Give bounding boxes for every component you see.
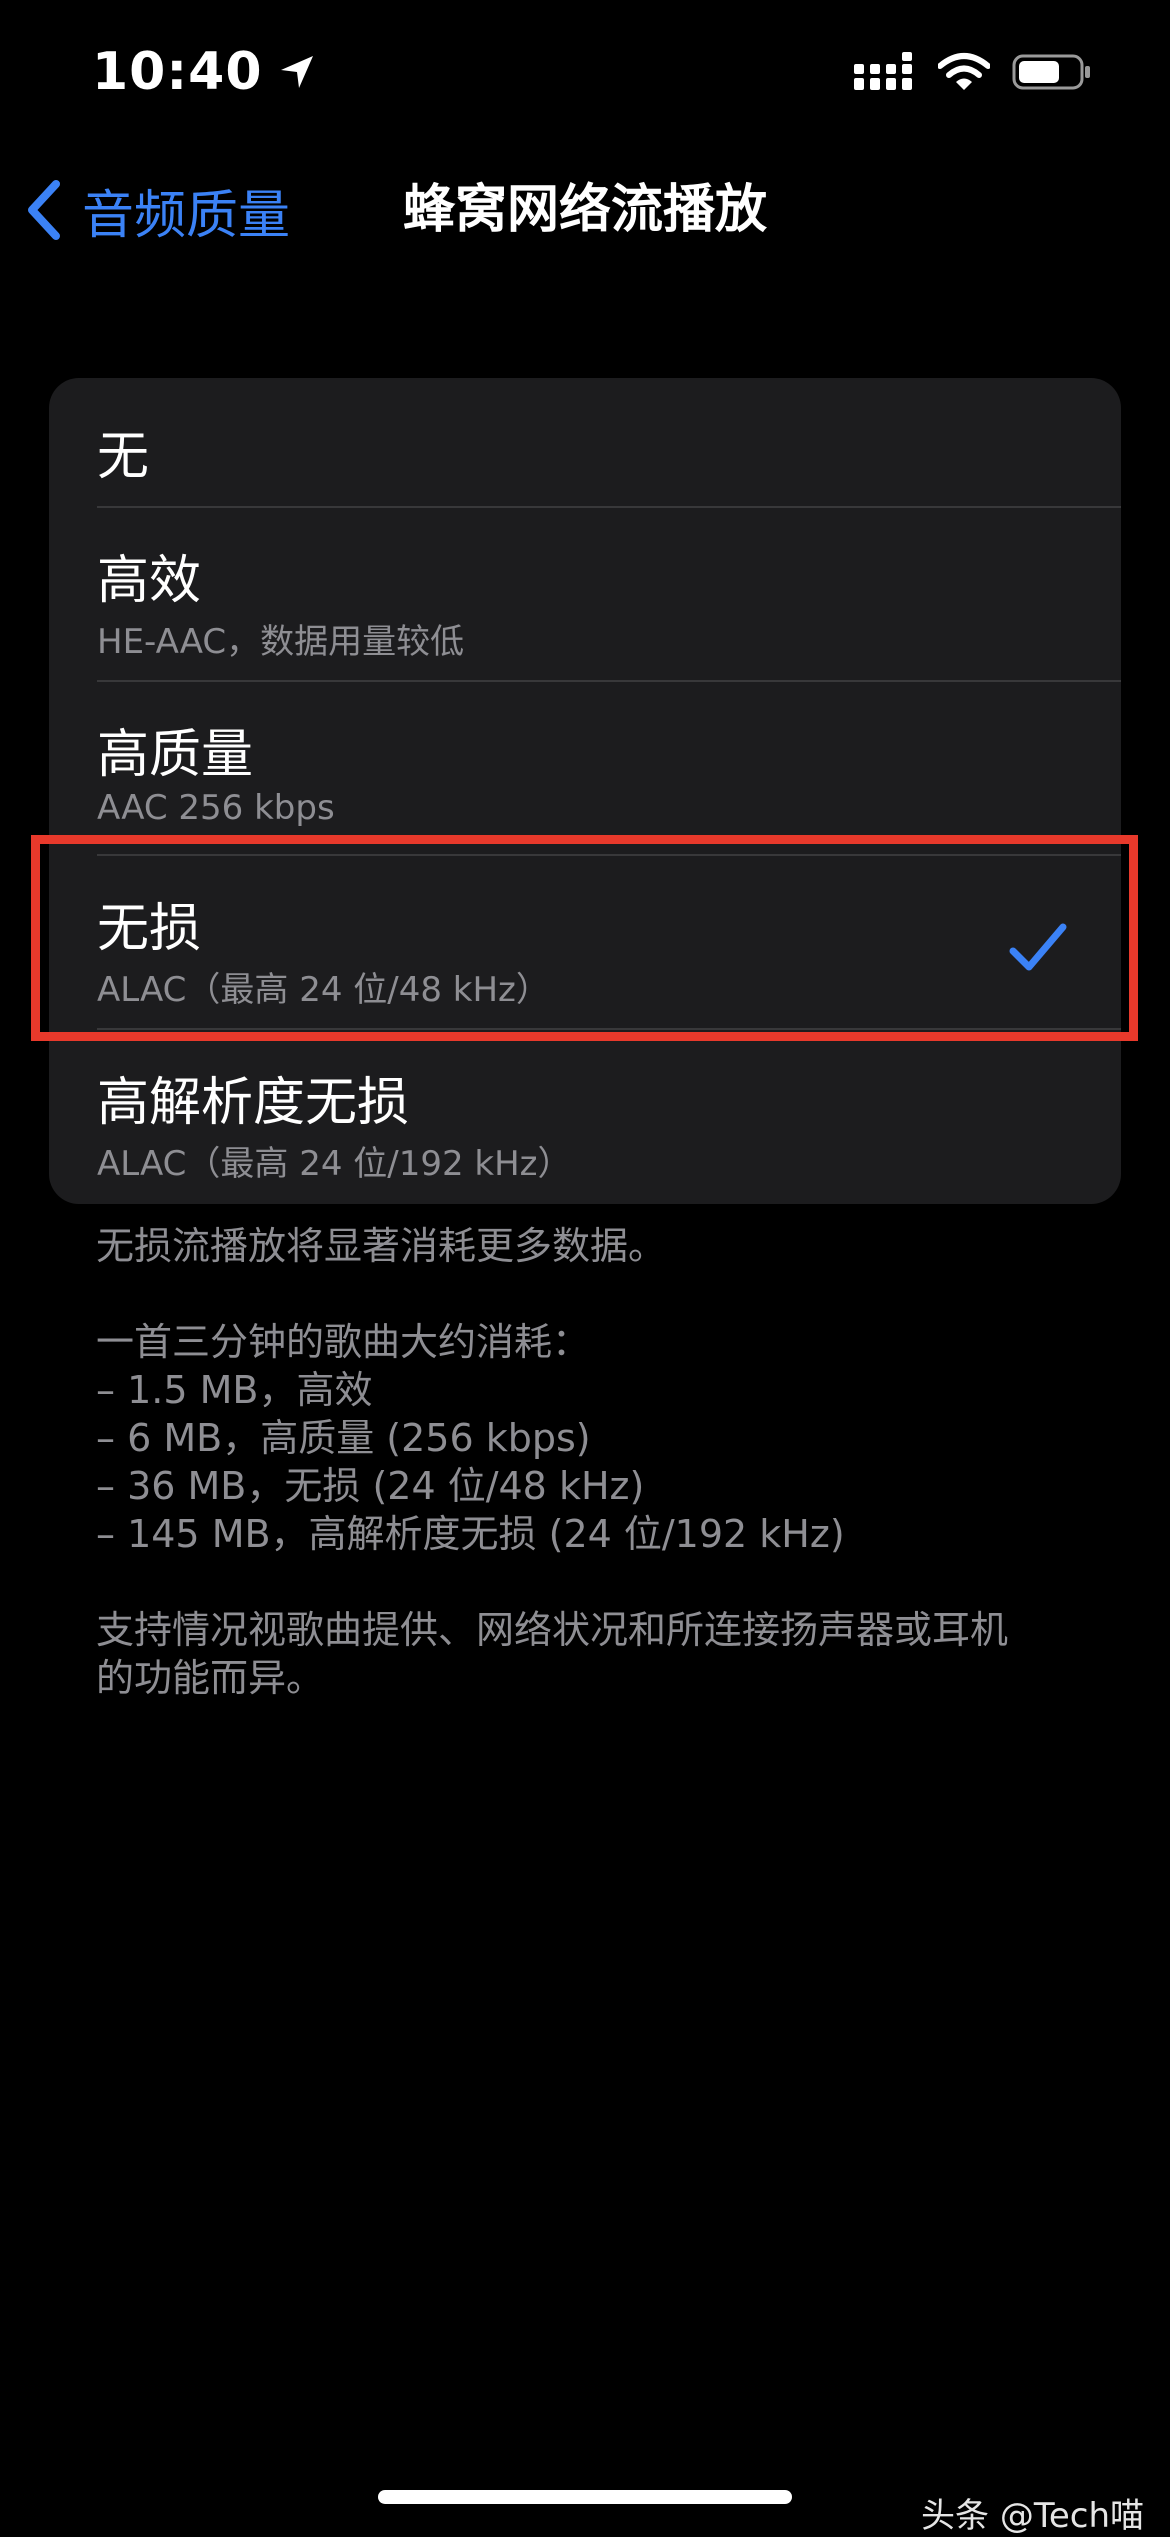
wifi-icon — [938, 53, 990, 90]
option-lossless[interactable]: 无损 ALAC（最高 24 位/48 kHz） — [49, 856, 1121, 1030]
battery-icon — [1012, 54, 1090, 90]
status-indicators — [854, 52, 1092, 92]
watermark: 头条 @Tech喵 — [921, 2496, 1144, 2536]
option-subtitle: HE-AAC，数据用量较低 — [97, 622, 465, 662]
option-hi-res-lossless[interactable]: 高解析度无损 ALAC（最高 24 位/192 kHz） — [49, 1030, 1121, 1204]
footer-spacer — [96, 1558, 1096, 1606]
option-subtitle: ALAC（最高 24 位/192 kHz） — [97, 1144, 572, 1184]
option-none[interactable]: 无 — [49, 378, 1121, 508]
option-title: 无损 — [97, 899, 202, 959]
footer-description: 无损流播放将显著消耗更多数据。 一首三分钟的歌曲大约消耗： – 1.5 MB，高… — [96, 1222, 1096, 1702]
option-title: 高质量 — [97, 725, 254, 785]
option-title: 无 — [97, 427, 150, 487]
usage-item: – 6 MB，高质量 (256 kbps) — [96, 1416, 591, 1460]
option-subtitle: ALAC（最高 24 位/48 kHz） — [97, 970, 550, 1010]
usage-item: – 145 MB，高解析度无损 (24 位/192 kHz) — [96, 1512, 845, 1556]
support-note-line: 支持情况视歌曲提供、网络状况和所连接扬声器或耳机 — [96, 1608, 1009, 1652]
support-note-line: 的功能而异。 — [96, 1656, 325, 1700]
navigation-bar: 音频质量 蜂窝网络流播放 — [0, 160, 1170, 260]
option-high-quality[interactable]: 高质量 AAC 256 kbps — [49, 682, 1121, 856]
option-title: 高效 — [97, 551, 202, 611]
status-time-group: 10:40 — [92, 42, 317, 102]
usage-item: – 1.5 MB，高效 — [96, 1368, 373, 1412]
usage-item: – 36 MB，无损 (24 位/48 kHz) — [96, 1464, 645, 1508]
location-arrow-icon — [280, 56, 313, 88]
option-subtitle: AAC 256 kbps — [97, 788, 335, 828]
footer-note: 无损流播放将显著消耗更多数据。 — [96, 1224, 667, 1268]
status-bar: 10:40 — [0, 0, 1170, 150]
cellular-signal-icon — [854, 52, 912, 90]
home-indicator[interactable] — [378, 2490, 792, 2504]
usage-heading: 一首三分钟的歌曲大约消耗： — [96, 1320, 591, 1364]
checkmark-icon — [1009, 923, 1067, 971]
option-high-efficiency[interactable]: 高效 HE-AAC，数据用量较低 — [49, 508, 1121, 682]
status-time: 10:40 — [92, 42, 263, 102]
page-title: 蜂窝网络流播放 — [402, 180, 767, 240]
quality-options-list: 无 高效 HE-AAC，数据用量较低 高质量 AAC 256 kbps 无损 A… — [49, 378, 1121, 1204]
footer-spacer — [96, 1270, 1096, 1318]
option-title: 高解析度无损 — [97, 1073, 410, 1133]
